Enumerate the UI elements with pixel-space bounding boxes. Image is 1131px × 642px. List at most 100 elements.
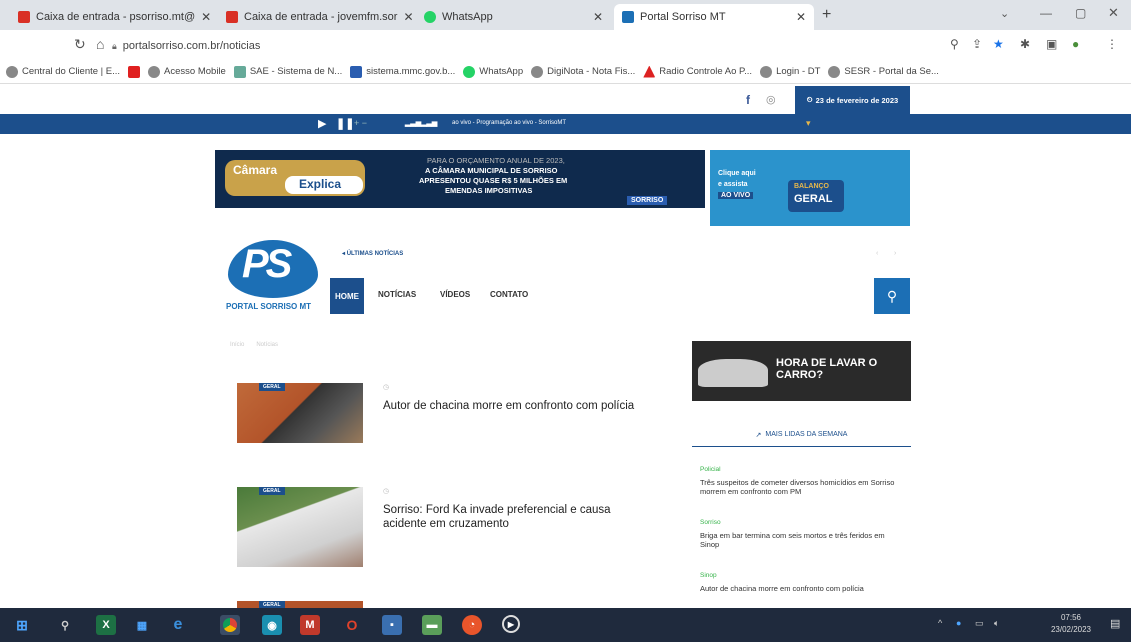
firefox-icon[interactable]: ◔ <box>462 615 482 635</box>
tab-gmail-2[interactable]: Caixa de entrada - jovemfm.sor ✕ <box>218 4 413 30</box>
bookmark-item[interactable]: Central do Cliente | E... <box>6 65 121 78</box>
ticker-prev-icon[interactable]: ‹ <box>876 250 878 257</box>
close-window-icon[interactable]: ✕ <box>1108 5 1119 21</box>
banner2-line-3: AO VIVO <box>718 192 754 199</box>
tab-search-icon[interactable]: ⌄ <box>1000 7 1009 20</box>
tray-expand-icon[interactable]: ^ <box>938 618 942 628</box>
edge-icon[interactable]: e <box>168 615 188 635</box>
menu-videos[interactable]: VÍDEOS <box>440 290 470 299</box>
article-tag: GERAL <box>259 487 285 495</box>
tray-app-icon[interactable]: ● <box>956 618 961 628</box>
excel-icon[interactable]: X <box>96 615 116 635</box>
breadcrumb-home[interactable]: Início <box>230 342 244 348</box>
opera-icon[interactable]: O <box>342 615 362 635</box>
media-player-icon[interactable]: ▶ <box>502 615 520 633</box>
home-icon[interactable]: ⌂ <box>96 36 104 52</box>
ticker-next-icon[interactable]: › <box>894 250 896 257</box>
sidepanel-icon[interactable]: ▣ <box>1046 37 1057 51</box>
bookmark-item[interactable]: Radio Controle Ao P... <box>643 65 752 78</box>
address-bar[interactable]: 🔒︎ portalsorriso.com.br/noticias <box>112 36 932 56</box>
sidebar-item-category: Sorriso <box>700 519 721 526</box>
current-date: 23 de fevereiro de 2023 <box>815 95 899 105</box>
menu-contato[interactable]: CONTATO <box>490 290 528 299</box>
article-card[interactable]: GERAL ◷ Sorriso: Ford Ka invade preferen… <box>237 487 677 567</box>
menu-home[interactable]: HOME <box>330 278 364 314</box>
start-icon[interactable]: ⊞ <box>12 615 32 635</box>
tab-gmail-1[interactable]: Caixa de entrada - psorriso.mt@ ✕ <box>10 4 215 30</box>
balanco-geral-banner[interactable]: Clique aqui e assista AO VIVO BALANÇO GE… <box>710 150 910 226</box>
bookmark-item[interactable]: SESR - Portal da Se... <box>828 65 939 78</box>
volume-icon[interactable]: + − <box>354 118 367 128</box>
car-wash-ad[interactable]: HORA DE LAVAR O CARRO? <box>692 341 911 401</box>
maximize-icon[interactable]: ▢ <box>1075 6 1086 20</box>
tab-portal-sorriso[interactable]: Portal Sorriso MT ✕ <box>614 4 814 30</box>
close-tab-icon[interactable]: ✕ <box>796 10 806 24</box>
tab-whatsapp[interactable]: WhatsApp ✕ <box>416 4 611 30</box>
site-top-bar: f ◎ ⏲ 23 de fevereiro de 2023 <box>0 86 1131 114</box>
article-title[interactable]: Autor de chacina morre em confronto com … <box>383 399 643 413</box>
volume-icon[interactable]: 🔈︎ <box>994 618 999 629</box>
youtube-icon[interactable] <box>128 65 141 78</box>
zoom-icon[interactable]: ⚲ <box>950 37 959 51</box>
play-icon[interactable]: ▶ <box>318 117 326 130</box>
ad-text: HORA DE LAVAR O CARRO? <box>776 357 878 381</box>
clock[interactable]: 07:56 23/02/2023 <box>1051 612 1091 636</box>
calendar-icon[interactable]: ▦ <box>132 615 152 635</box>
bookmark-label: WhatsApp <box>479 66 524 77</box>
radio-icon <box>643 65 656 78</box>
photos-icon[interactable]: ▬ <box>422 615 442 635</box>
minimize-icon[interactable]: — <box>1040 6 1052 20</box>
notifications-icon[interactable]: ▤ <box>1110 617 1120 630</box>
site-logo[interactable]: PS PORTAL SORRISO MT <box>222 240 326 318</box>
radio-text: ao vivo - Programação ao vivo - SorrisoM… <box>452 120 567 126</box>
whatsapp-icon <box>463 65 476 78</box>
bookmark-item[interactable]: DigiNota - Nota Fis... <box>531 65 635 78</box>
whatsapp-icon <box>424 11 436 23</box>
extensions-icon[interactable]: ✱ <box>1020 37 1030 51</box>
bookmark-item[interactable]: WhatsApp <box>463 65 524 78</box>
app-blue-icon[interactable]: ▪ <box>382 615 402 635</box>
car-image <box>698 359 768 387</box>
camara-explica-banner[interactable]: Câmara Explica PARA O ORÇAMENTO ANUAL DE… <box>215 150 705 208</box>
bookmark-label: Central do Cliente | E... <box>22 66 121 77</box>
menu-dots-icon[interactable]: ⋮ <box>1106 37 1118 51</box>
messenger-icon[interactable]: ◉ <box>262 615 282 635</box>
pause-icon[interactable]: ❚❚ <box>336 117 354 130</box>
bookmark-item[interactable]: SAE - Sistema de N... <box>233 65 342 78</box>
app-red-icon[interactable]: M <box>300 615 320 635</box>
menu-noticias[interactable]: NOTÍCIAS <box>378 290 416 299</box>
bookmark-item[interactable]: Login - DT <box>760 65 820 78</box>
close-tab-icon[interactable]: ✕ <box>403 10 413 24</box>
instagram-icon[interactable]: ◎ <box>766 93 776 106</box>
chrome-icon[interactable] <box>220 615 240 635</box>
logo-mark: PS <box>242 242 292 286</box>
search-icon[interactable]: ⚲ <box>55 615 75 635</box>
network-icon[interactable]: ▭ <box>975 618 984 629</box>
sidebar-item[interactable]: Sorriso Briga em bar termina com seis mo… <box>700 518 900 550</box>
bookmark-star-icon[interactable]: ★ <box>993 37 1004 51</box>
bookmark-item[interactable]: Acesso Mobile <box>148 65 226 78</box>
globe-icon <box>828 65 841 78</box>
close-tab-icon[interactable]: ✕ <box>593 10 603 24</box>
share-icon[interactable]: ⇪ <box>972 37 982 51</box>
bookmark-item[interactable]: sistema.mmc.gov.b... <box>350 65 455 78</box>
reload-icon[interactable]: ↻ <box>74 36 86 53</box>
search-button[interactable]: ⚲ <box>874 278 910 314</box>
facebook-icon[interactable]: f <box>746 93 750 107</box>
sidebar-item[interactable]: Sinop Autor de chacina morre em confront… <box>700 571 900 593</box>
ticker-label: ÚLTIMAS NOTÍCIAS <box>346 251 404 257</box>
article-title[interactable]: Sorriso: Ford Ka invade preferencial e c… <box>383 503 643 531</box>
profile-icon[interactable]: ● <box>1072 37 1079 51</box>
article-thumbnail[interactable] <box>237 383 363 443</box>
close-tab-icon[interactable]: ✕ <box>201 10 211 24</box>
article-card[interactable]: GERAL <box>237 601 677 609</box>
lock-icon: 🔒︎ <box>112 40 117 51</box>
tab-label: Portal Sorriso MT <box>640 11 726 23</box>
article-card[interactable]: GERAL ◷ Autor de chacina morre em confro… <box>237 383 677 447</box>
badge-bottom: Explica <box>299 177 342 191</box>
banner2-line-2: e assista <box>718 181 748 188</box>
article-thumbnail[interactable] <box>237 487 363 567</box>
article-thumbnail[interactable] <box>237 601 363 608</box>
sidebar-item[interactable]: Policial Três suspeitos de cometer diver… <box>700 465 900 497</box>
new-tab-button[interactable]: + <box>822 6 831 24</box>
